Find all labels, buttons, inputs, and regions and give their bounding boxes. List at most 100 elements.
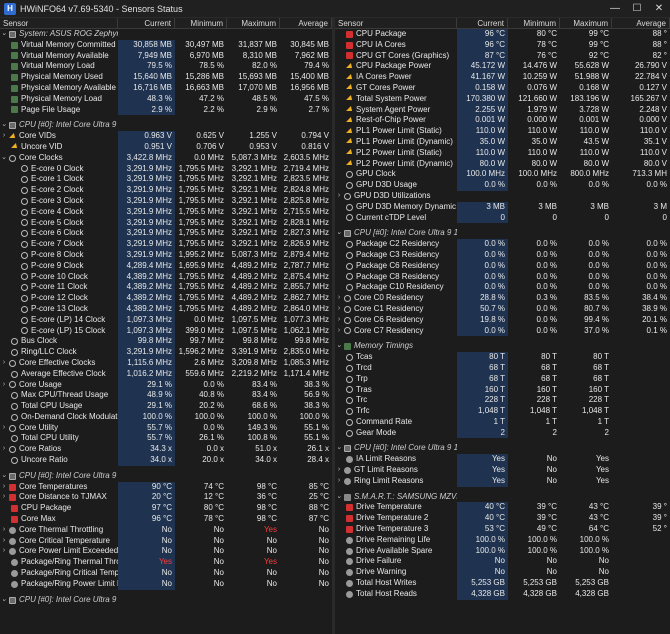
sensor-row[interactable]: E-core 5 Clock 3,291.9 MHz 1,795.5 MHz 3,29…	[0, 217, 332, 229]
sensor-row[interactable]: PL1 Power Limit (Dynamic) 35.0 W 35.0 W 43.…	[335, 136, 670, 148]
sensor-row[interactable]: › Core Effective Clocks 1,115.6 MHz 2.6 MHz…	[0, 357, 332, 369]
sensor-row[interactable]: Total Host Reads 4,328 GB 4,328 GB 4,328 GB	[335, 588, 670, 600]
sensor-row[interactable]: P-core 10 Clock 4,389.2 MHz 1,795.5 MHz 4,4…	[0, 271, 332, 283]
sensor-row[interactable]: E-core 6 Clock 3,291.9 MHz 1,795.5 MHz 3,29…	[0, 228, 332, 240]
sensor-row[interactable]: Package C10 Residency 0.0 % 0.0 % 0.0 % 0.0 …	[335, 282, 670, 294]
sensor-row[interactable]: › Core Power Limit Exceeded No No No No	[0, 546, 332, 558]
expand-chevron-icon[interactable]: ›	[335, 465, 343, 476]
sensor-group-header[interactable]: ⌄ CPU [#0]: Intel Core Ultra 9 185H: C-St…	[335, 228, 670, 240]
sensor-row[interactable]: › Core Temperatures 90 °C 74 °C 98 °C 85 °C	[0, 481, 332, 493]
sensor-row[interactable]: › Core Distance to TJMAX 20 °C 12 °C 36 °C 25…	[0, 492, 332, 504]
expand-chevron-icon[interactable]: ›	[335, 326, 343, 337]
sensor-row[interactable]: Drive Available Spare 100.0 % 100.0 % 100.0…	[335, 545, 670, 557]
expand-chevron-icon[interactable]: ›	[335, 191, 343, 202]
collapse-chevron-icon[interactable]: ⌄	[0, 153, 8, 164]
right-sensor-pane[interactable]: Sensor Current Minimum Maximum Average C…	[335, 18, 670, 634]
column-maximum[interactable]: Maximum	[560, 18, 612, 28]
sensor-row[interactable]: Ring/LLC Clock 3,291.9 MHz 1,596.2 MHz 3,39…	[0, 347, 332, 358]
sensor-row[interactable]: Package/Ring Critical Tempe...NoNoNoNo	[0, 568, 332, 579]
sensor-group-header[interactable]: ⌄ Memory Timings	[335, 341, 670, 353]
expand-chevron-icon[interactable]: ›	[0, 536, 8, 547]
sensor-row[interactable]: PL1 Power Limit (Static) 110.0 W 110.0 W 11…	[335, 126, 670, 137]
sensor-row[interactable]: E-core (LP) 15 Clock 1,097.3 MHz 399.0 MHz…	[0, 325, 332, 337]
sensor-row[interactable]: Package C3 Residency 0.0 % 0.0 % 0.0 % 0.0 %	[335, 249, 670, 261]
sensor-row[interactable]: E-core 1 Clock 3,291.9 MHz 1,795.5 MHz 3,29…	[0, 174, 332, 186]
collapse-chevron-icon[interactable]: ⌄	[335, 492, 343, 503]
sensor-row[interactable]: › Core C6 Residency 19.8 % 0.0 % 99.4 % 20.1 …	[335, 314, 670, 326]
sensor-row[interactable]: Physical Memory Available 16,716 MB 16,663…	[0, 82, 332, 94]
sensor-group-header[interactable]: ⌄ CPU [#0]: Intel Core Ultra 9 185H: Perf…	[335, 443, 670, 455]
column-sensor[interactable]: Sensor	[0, 18, 118, 28]
sensor-row[interactable]: CPU GT Cores (Graphics) 87 °C 76 °C 92 °C 82…	[335, 50, 670, 62]
sensor-row[interactable]: Uncore Ratio 34.0 x 20.0 x 34.0 x 28.4 x	[0, 455, 332, 466]
sensor-row[interactable]: Virtual Memory Committed 30,858 MB 30,497 …	[0, 39, 332, 51]
sensor-row[interactable]: P-core 11 Clock 4,389.2 MHz 1,795.5 MHz 4,4…	[0, 282, 332, 294]
sensor-row[interactable]: Tcas 80 T 80 T 80 T	[335, 352, 670, 363]
collapse-chevron-icon[interactable]: ⌄	[335, 443, 343, 454]
sensor-row[interactable]: › GT Limit Reasons Yes No Yes	[335, 465, 670, 476]
sensor-row[interactable]: E-core 2 Clock 3,291.9 MHz 1,795.5 MHz 3,29…	[0, 185, 332, 196]
sensor-row[interactable]: GPU Clock 100.0 MHz 100.0 MHz 800.0 MHz 713.…	[335, 169, 670, 181]
sensor-row[interactable]: E-core 4 Clock 3,291.9 MHz 1,795.5 MHz 3,29…	[0, 206, 332, 218]
sensor-row[interactable]: P-core 12 Clock 4,389.2 MHz 1,795.5 MHz 4,4…	[0, 293, 332, 304]
sensor-row[interactable]: Virtual Memory Available 7,949 MB 6,970 MB…	[0, 50, 332, 62]
close-button[interactable]: ✕	[648, 0, 670, 18]
sensor-row[interactable]: E-core 0 Clock 3,291.9 MHz 1,795.5 MHz 3,29…	[0, 163, 332, 175]
sensor-row[interactable]: › Core Ratios 34.3 x 0.0 x 51.0 x 26.1 x	[0, 444, 332, 456]
expand-chevron-icon[interactable]: ›	[335, 304, 343, 315]
expand-chevron-icon[interactable]: ›	[0, 482, 8, 493]
sensor-row[interactable]: Drive Temperature 40 °C 39 °C 43 °C 39 °	[335, 502, 670, 514]
sensor-row[interactable]: ⌄ Core Clocks 3,422.8 MHz 0.0 MHz 5,087.3 MH…	[0, 152, 332, 164]
collapse-chevron-icon[interactable]: ⌄	[335, 341, 343, 352]
sensor-row[interactable]: P-core 13 Clock 4,389.2 MHz 1,795.5 MHz 4,4…	[0, 303, 332, 315]
sensor-row[interactable]: Drive Warning No No No	[335, 567, 670, 579]
column-minimum[interactable]: Minimum	[508, 18, 560, 28]
sensor-row[interactable]: › Core VIDs 0.963 V 0.625 V 1.255 V 0.794 V	[0, 131, 332, 142]
sensor-row[interactable]: Trp 68 T 68 T 68 T	[335, 373, 670, 385]
sensor-row[interactable]: Package/Ring Power Limit E...NoNoNoNo	[0, 578, 332, 590]
sensor-row[interactable]: Tras 160 T 160 T 160 T	[335, 384, 670, 396]
sensor-row[interactable]: › Ring Limit Reasons Yes No Yes	[335, 475, 670, 487]
expand-chevron-icon[interactable]: ›	[0, 525, 8, 536]
sensor-row[interactable]: Core Max 96 °C 78 °C 98 °C 87 °C	[0, 514, 332, 525]
sensor-row[interactable]: Gear Mode 2 2 2	[335, 427, 670, 439]
sensor-row[interactable]: › Core Critical Temperature No No No No	[0, 535, 332, 547]
sensor-row[interactable]: Average Effective Clock 1,016.2 MHz 559.6 …	[0, 368, 332, 380]
sensor-row[interactable]: › Core C1 Residency 50.7 % 0.0 % 80.7 % 38.9 …	[335, 303, 670, 315]
sensor-row[interactable]: Page File Usage 2.9 % 2.2 % 2.9 % 2.7 %	[0, 104, 332, 116]
sensor-row[interactable]: E-core (LP) 14 Clock 1,097.3 MHz 0.0 MHz 1,…	[0, 314, 332, 326]
sensor-row[interactable]: Physical Memory Used 15,640 MB 15,286 MB 15…	[0, 72, 332, 83]
sensor-group-header[interactable]: ⌄ CPU [#0]: Intel Core Ultra 9 185H	[0, 120, 332, 132]
sensor-row[interactable]: Package/Ring Thermal Thro... Yes No Yes No	[0, 557, 332, 569]
sensor-row[interactable]: E-core 3 Clock 3,291.9 MHz 1,795.5 MHz 3,29…	[0, 195, 332, 207]
column-average[interactable]: Average	[612, 18, 670, 28]
sensor-row[interactable]: CPU Package 97 °C 80 °C 98 °C 88 °C	[0, 503, 332, 515]
sensor-row[interactable]: Virtual Memory Load 79.5 % 78.5 % 82.0 % 79.…	[0, 61, 332, 73]
sensor-row[interactable]: Trcd 68 T 68 T 68 T	[335, 362, 670, 374]
sensor-row[interactable]: › Core C0 Residency 28.8 % 0.3 % 83.5 % 38.4 …	[335, 293, 670, 304]
sensor-row[interactable]: Trc 228 T 228 T 228 T	[335, 395, 670, 407]
sensor-row[interactable]: Total CPU Utility 55.7 % 26.1 % 100.8 % 55.1…	[0, 433, 332, 445]
column-current[interactable]: Current	[457, 18, 508, 28]
sensor-row[interactable]: GPU D3D Memory Dynamic 3 MB 3 MB 3 MB 3 M	[335, 201, 670, 213]
sensor-group-header[interactable]: ⌄ CPU [#0]: Intel Core Ultra 9 185H: Enha…	[0, 594, 332, 606]
sensor-row[interactable]: GPU D3D Usage 0.0 % 0.0 % 0.0 % 0.0 %	[335, 180, 670, 191]
sensor-row[interactable]: Rest-of-Chip Power 0.001 W 0.000 W 0.001 W 0…	[335, 115, 670, 127]
sensor-row[interactable]: › Core Thermal Throttling No No Yes No	[0, 524, 332, 536]
sensor-row[interactable]: IA Cores Power 41.167 W 10.259 W 51.988 W 22…	[335, 72, 670, 83]
sensor-row[interactable]: › Core C7 Residency 0.0 % 0.0 % 37.0 % 0.1 %	[335, 325, 670, 337]
column-sensor[interactable]: Sensor	[335, 18, 457, 28]
sensor-row[interactable]: On-Demand Clock Modulation 100.0 % 100.0 %…	[0, 411, 332, 423]
expand-chevron-icon[interactable]: ›	[335, 476, 343, 487]
sensor-row[interactable]: P-core 8 Clock 3,291.9 MHz 1,995.2 MHz 5,08…	[0, 249, 332, 261]
column-average[interactable]: Average	[280, 18, 332, 28]
column-current[interactable]: Current	[118, 18, 175, 28]
sensor-row[interactable]: PL2 Power Limit (Dynamic) 80.0 W 80.0 W 80.…	[335, 158, 670, 170]
sensor-row[interactable]: IA Limit Reasons Yes No Yes	[335, 454, 670, 466]
sensor-row[interactable]: › Core Usage 29.1 % 0.0 % 83.4 % 38.3 %	[0, 379, 332, 391]
sensor-row[interactable]: CPU Package Power 45.172 W 14.476 W 55.628 …	[335, 61, 670, 73]
sensor-row[interactable]: Drive Temperature 3 53 °C 49 °C 64 °C 52 °	[335, 524, 670, 535]
expand-chevron-icon[interactable]: ›	[0, 131, 8, 142]
column-maximum[interactable]: Maximum	[227, 18, 280, 28]
minimize-button[interactable]: —	[604, 0, 626, 18]
